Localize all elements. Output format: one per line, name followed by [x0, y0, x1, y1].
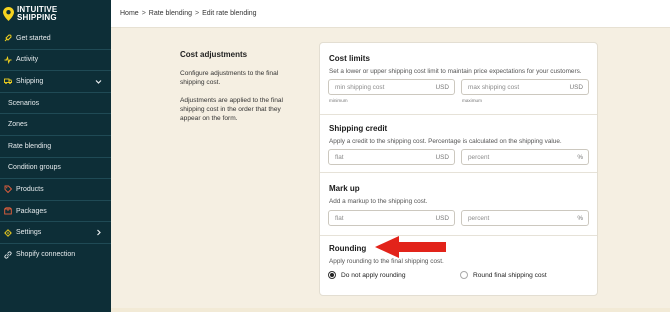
- markup-flat-placeholder: flat: [335, 214, 344, 222]
- currency-suffix: USD: [569, 83, 584, 91]
- max-shipping-cost-input[interactable]: max shipping cost USD: [461, 79, 589, 95]
- chevron-right-icon[interactable]: [94, 228, 103, 237]
- tag-icon: [4, 185, 12, 194]
- footer-strip: [111, 308, 670, 312]
- brand-name: INTUITIVE SHIPPING: [17, 5, 57, 23]
- breadcrumb: Home > Rate blending > Edit rate blendin…: [111, 0, 670, 28]
- radio-unselected-icon[interactable]: [460, 271, 468, 279]
- min-caption: minimum: [329, 98, 348, 103]
- sidebar-item-label: Condition groups: [8, 164, 61, 172]
- percent-suffix: %: [577, 153, 583, 161]
- section-description-text: Configure adjustments to the final shipp…: [180, 70, 279, 87]
- truck-icon: [4, 77, 12, 85]
- shipping-credit-help: Apply a credit to the shipping cost. Per…: [329, 138, 562, 145]
- radio-label: Do not apply rounding: [341, 271, 406, 279]
- radio-label: Round final shipping cost: [473, 271, 547, 279]
- cost-adjustments-card: Cost limits Set a lower or upper shippin…: [319, 42, 598, 296]
- currency-suffix: USD: [435, 214, 450, 222]
- sidebar-item-condition-groups[interactable]: Condition groups: [0, 158, 111, 180]
- sidebar-item-label: Rate blending: [8, 142, 52, 150]
- sidebar-item-label: Settings: [16, 229, 42, 237]
- radio-do-not-apply-rounding[interactable]: Do not apply rounding: [328, 271, 406, 279]
- sidebar-item-settings[interactable]: Settings: [0, 222, 111, 244]
- credit-percent-input[interactable]: percent %: [461, 149, 589, 165]
- breadcrumb-home[interactable]: Home: [120, 10, 139, 17]
- sidebar-item-shipping[interactable]: Shipping: [0, 71, 111, 93]
- sidebar-item-label: Shipping: [16, 77, 44, 85]
- brand-logo[interactable]: INTUITIVE SHIPPING: [0, 0, 111, 28]
- rounding-title: Rounding: [329, 244, 367, 253]
- sidebar-item-activity[interactable]: Activity: [0, 50, 111, 72]
- sidebar-item-label: Scenarios: [8, 99, 40, 107]
- gear-icon: [4, 228, 12, 237]
- mark-up-section: Mark up Add a markup to the shipping cos…: [320, 173, 597, 236]
- breadcrumb-separator: >: [141, 10, 146, 17]
- currency-suffix: USD: [435, 83, 450, 91]
- min-shipping-cost-placeholder: min shipping cost: [335, 83, 385, 91]
- max-shipping-cost-placeholder: max shipping cost: [468, 83, 520, 91]
- sidebar-item-shopify-connection[interactable]: Shopify connection: [0, 244, 111, 266]
- sidebar-item-scenarios[interactable]: Scenarios: [0, 93, 111, 115]
- mark-up-title: Mark up: [329, 184, 360, 193]
- radio-round-final-shipping-cost[interactable]: Round final shipping cost: [460, 271, 547, 279]
- sidebar-item-label: Zones: [8, 121, 28, 129]
- breadcrumb-current: Edit rate blending: [202, 10, 257, 17]
- percent-suffix: %: [577, 214, 583, 222]
- section-description: Cost adjustments Configure adjustments t…: [180, 50, 300, 131]
- cost-limits-help: Set a lower or upper shipping cost limit…: [329, 68, 582, 75]
- sidebar-item-zones[interactable]: Zones: [0, 114, 111, 136]
- package-icon: [4, 207, 12, 215]
- sidebar-item-get-started[interactable]: Get started: [0, 28, 111, 50]
- location-pin-icon: [3, 7, 14, 21]
- markup-percent-input[interactable]: percent %: [461, 210, 589, 226]
- sidebar-nav: Get started Activity Shipping Scenarios …: [0, 28, 111, 266]
- sidebar-item-label: Packages: [16, 207, 47, 215]
- rocket-icon: [4, 34, 12, 42]
- sidebar-item-label: Get started: [16, 34, 51, 42]
- max-caption: maximum: [462, 98, 482, 103]
- cost-limits-section: Cost limits Set a lower or upper shippin…: [320, 43, 597, 115]
- credit-percent-placeholder: percent: [468, 153, 490, 161]
- rounding-section: Rounding Apply rounding to the final shi…: [320, 236, 597, 296]
- sidebar-item-packages[interactable]: Packages: [0, 201, 111, 223]
- sidebar: INTUITIVE SHIPPING Get started Activity …: [0, 0, 111, 312]
- cost-limits-title: Cost limits: [329, 54, 370, 63]
- sidebar-item-label: Shopify connection: [16, 251, 76, 259]
- shipping-credit-title: Shipping credit: [329, 124, 388, 133]
- currency-suffix: USD: [435, 153, 450, 161]
- section-description-note: Adjustments are applied to the final shi…: [180, 96, 283, 123]
- radio-selected-icon[interactable]: [328, 271, 336, 279]
- sidebar-item-label: Activity: [16, 56, 39, 64]
- red-arrow-annotation: [375, 236, 446, 258]
- activity-icon: [4, 55, 12, 64]
- min-shipping-cost-input[interactable]: min shipping cost USD: [328, 79, 455, 95]
- markup-flat-input[interactable]: flat USD: [328, 210, 455, 226]
- credit-flat-placeholder: flat: [335, 153, 344, 161]
- chevron-down-icon[interactable]: [94, 77, 103, 86]
- credit-flat-input[interactable]: flat USD: [328, 149, 455, 165]
- sidebar-item-rate-blending[interactable]: Rate blending: [0, 136, 111, 158]
- breadcrumb-separator: >: [194, 10, 200, 17]
- shipping-credit-section: Shipping credit Apply a credit to the sh…: [320, 115, 597, 173]
- brand-line-2: SHIPPING: [17, 13, 57, 22]
- breadcrumb-rate-blending[interactable]: Rate blending: [149, 10, 192, 17]
- sidebar-item-products[interactable]: Products: [0, 179, 111, 201]
- section-title: Cost adjustments: [180, 50, 248, 59]
- sidebar-item-label: Products: [16, 185, 44, 193]
- markup-percent-placeholder: percent: [468, 214, 490, 222]
- link-icon: [4, 251, 12, 259]
- mark-up-help: Add a markup to the shipping cost.: [329, 198, 428, 205]
